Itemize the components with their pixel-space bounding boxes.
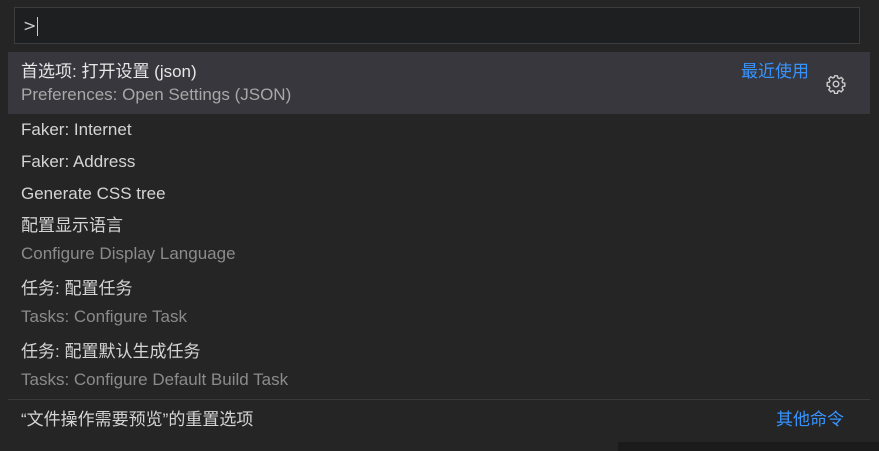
command-palette: 首选项: 打开设置 (json) Preferences: Open Setti… bbox=[0, 0, 879, 451]
command-item-sublabel: Preferences: Open Settings (JSON) bbox=[21, 85, 292, 104]
text-caret bbox=[37, 17, 38, 36]
recently-used-badge: 最近使用 bbox=[741, 62, 809, 81]
command-input-box[interactable] bbox=[14, 7, 860, 44]
command-item-faker-address[interactable]: Faker: Address bbox=[8, 146, 870, 178]
command-item-label: 任务: 配置任务 bbox=[21, 279, 133, 298]
background-editor-edge bbox=[618, 442, 879, 451]
command-item-sublabel: Configure Display Language bbox=[21, 244, 236, 263]
command-list-footer[interactable]: “文件操作需要预览”的重置选项 其他命令 bbox=[8, 399, 870, 435]
command-item-configure-task[interactable]: 任务: 配置任务 Tasks: Configure Task bbox=[8, 273, 870, 336]
command-item-sublabel: Tasks: Configure Task bbox=[21, 307, 187, 326]
command-item-configure-default-build-task[interactable]: 任务: 配置默认生成任务 Tasks: Configure Default Bu… bbox=[8, 336, 870, 399]
command-item-configure-display-language[interactable]: 配置显示语言 Configure Display Language bbox=[8, 210, 870, 273]
footer-command-label: “文件操作需要预览”的重置选项 bbox=[21, 410, 254, 429]
command-item-label: Generate CSS tree bbox=[21, 184, 166, 203]
command-item-sublabel: Tasks: Configure Default Build Task bbox=[21, 370, 289, 389]
command-input[interactable] bbox=[23, 8, 843, 43]
command-item-generate-css-tree[interactable]: Generate CSS tree bbox=[8, 178, 870, 210]
gear-icon[interactable] bbox=[826, 74, 846, 95]
command-item-label: Faker: Address bbox=[21, 152, 136, 171]
command-item-label: 任务: 配置默认生成任务 bbox=[21, 342, 201, 361]
command-item-label: Faker: Internet bbox=[21, 120, 132, 139]
command-list: 首选项: 打开设置 (json) Preferences: Open Setti… bbox=[8, 52, 870, 399]
command-item-faker-internet[interactable]: Faker: Internet bbox=[8, 114, 870, 146]
command-item-open-settings-json[interactable]: 首选项: 打开设置 (json) Preferences: Open Setti… bbox=[8, 52, 870, 114]
other-commands-link[interactable]: 其他命令 bbox=[776, 405, 844, 430]
command-item-label: 配置显示语言 bbox=[21, 216, 123, 235]
command-item-label: 首选项: 打开设置 (json) bbox=[21, 62, 197, 81]
